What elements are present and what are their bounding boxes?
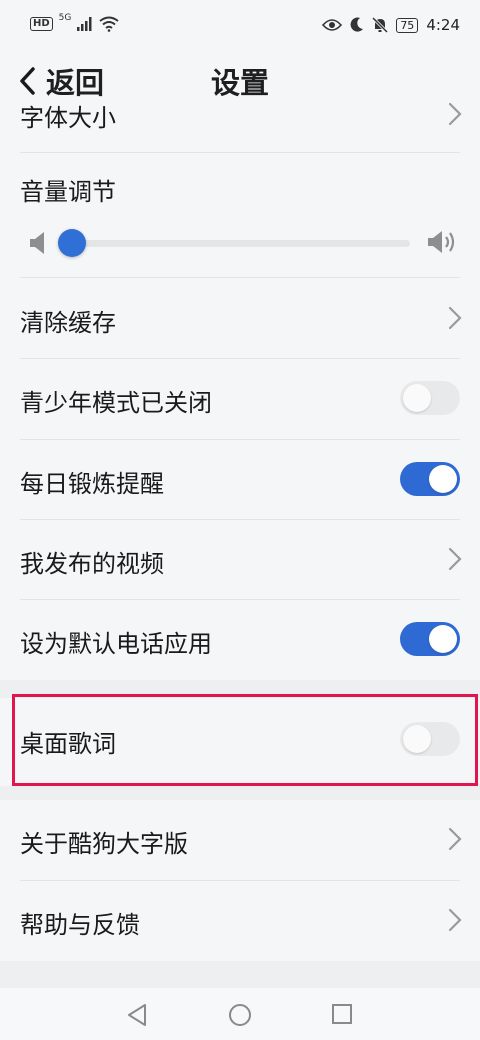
chevron-right-icon [448,102,462,126]
row-label: 帮助与反馈 [20,911,140,939]
clock: 4:24 [426,16,460,34]
settings-row-font-size[interactable]: 字体大小 [0,100,480,152]
settings-row-about[interactable]: 关于酷狗大字版 [0,800,480,880]
row-label: 青少年模式已关闭 [20,389,212,417]
toggle-knob [429,625,457,653]
settings-row-my-videos[interactable]: 我发布的视频 [0,520,480,600]
settings-row-teen-mode: 青少年模式已关闭 [0,359,480,439]
settings-row-exercise-reminder: 每日锻炼提醒 [0,440,480,520]
moon-icon [350,17,364,32]
volume-slider-track[interactable] [72,240,410,247]
toggle-knob [403,384,431,412]
exercise-reminder-toggle[interactable] [400,462,460,496]
mute-bell-icon [372,17,389,33]
row-label: 我发布的视频 [20,550,164,578]
hd-badge: HD [30,17,53,31]
row-label: 清除缓存 [20,309,116,337]
page-title: 设置 [210,66,269,100]
nav-recents-icon[interactable] [331,1003,353,1025]
volume-slider-thumb[interactable] [58,229,86,257]
settings-row-help[interactable]: 帮助与反馈 [0,881,480,961]
default-phone-toggle[interactable] [400,622,460,656]
settings-row-default-phone: 设为默认电话应用 [0,600,480,680]
row-label: 设为默认电话应用 [20,630,212,658]
volume-low-icon[interactable] [28,230,48,256]
network-type: 5G [58,13,72,23]
status-left: HD 5G [30,13,119,32]
status-bar: HD 5G 75 4:24 [0,0,480,54]
row-label: 音量调节 [20,178,116,206]
section-gap [0,961,480,988]
settings-row-volume: 音量调节 [0,153,480,277]
volume-high-icon[interactable] [426,228,458,256]
chevron-right-icon [448,306,462,330]
teen-mode-toggle[interactable] [400,381,460,415]
chevron-right-icon [448,547,462,571]
row-label: 关于酷狗大字版 [20,830,188,858]
signal-icon [77,17,92,31]
settings-row-clear-cache[interactable]: 清除缓存 [0,278,480,358]
chevron-right-icon [448,827,462,851]
status-right: 75 4:24 [322,16,460,34]
eye-icon [322,19,343,31]
toggle-knob [429,465,457,493]
row-label: 每日锻炼提醒 [20,470,164,498]
nav-home-icon[interactable] [228,1003,252,1027]
header: 返回 设置 [0,54,480,102]
system-nav-bar [0,988,480,1040]
nav-back-icon[interactable] [126,1003,148,1027]
highlight-box [12,694,478,786]
section-gap [0,786,480,800]
chevron-right-icon [448,908,462,932]
battery-indicator: 75 [396,17,419,33]
wifi-icon [99,16,119,32]
row-label: 字体大小 [20,104,116,132]
